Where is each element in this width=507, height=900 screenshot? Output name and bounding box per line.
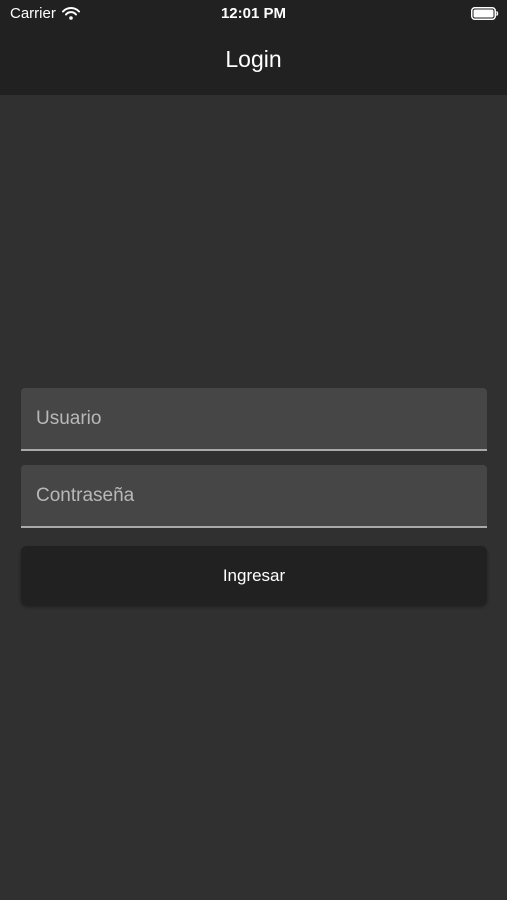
app-bar: Carrier 12:01 PM Login (0, 0, 507, 95)
battery-icon (471, 7, 499, 20)
page-title: Login (225, 46, 282, 72)
login-button[interactable]: Ingresar (21, 546, 487, 605)
status-time: 12:01 PM (220, 5, 287, 22)
username-field[interactable] (21, 388, 487, 451)
password-field[interactable] (21, 465, 487, 528)
password-input[interactable] (21, 465, 487, 526)
login-screen: Carrier 12:01 PM Login Usuario Ingresar (0, 0, 507, 900)
status-bar: Carrier 12:01 PM (0, 0, 507, 28)
username-input[interactable] (21, 388, 487, 449)
